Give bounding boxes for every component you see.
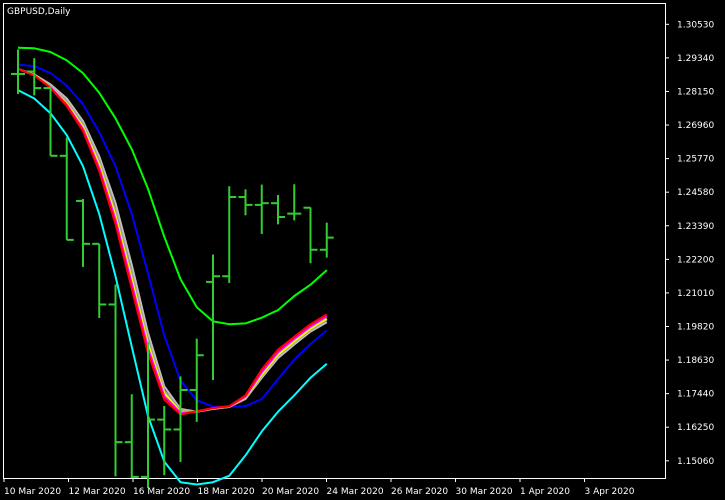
price-axis: 1.30530 1.29340 1.28150 1.26960 1.25770 1.245… [665, 20, 714, 467]
plot-frame [3, 3, 666, 479]
price-label: 1.23390 [677, 222, 714, 232]
chart-title: GBPUSD,Daily [7, 7, 71, 17]
price-label: 1.15060 [677, 457, 714, 467]
price-label: 1.25770 [677, 155, 714, 165]
date-label: 10 Mar 2020 [4, 487, 61, 497]
price-chart[interactable]: 1.30530 1.29340 1.28150 1.26960 1.25770 1.245… [0, 0, 725, 500]
price-label: 1.18630 [677, 356, 714, 366]
date-label: 18 Mar 2020 [198, 487, 255, 497]
date-label: 26 Mar 2020 [391, 487, 448, 497]
price-label: 1.19820 [677, 322, 714, 332]
date-label: 16 Mar 2020 [133, 487, 190, 497]
price-label: 1.22200 [677, 255, 714, 265]
date-label: 24 Mar 2020 [327, 487, 384, 497]
date-label: 30 Mar 2020 [456, 487, 513, 497]
date-label: 20 Mar 2020 [262, 487, 319, 497]
date-label: 12 Mar 2020 [69, 487, 126, 497]
price-label: 1.29340 [677, 54, 714, 64]
price-label: 1.30530 [677, 20, 714, 30]
price-label: 1.21010 [677, 289, 714, 299]
price-label: 1.26960 [677, 121, 714, 131]
price-label: 1.16250 [677, 423, 714, 433]
time-axis: 10 Mar 2020 12 Mar 2020 16 Mar 2020 18 Mar … [3, 478, 635, 497]
date-label: 1 Apr 2020 [520, 487, 570, 497]
date-label: 3 Apr 2020 [585, 487, 635, 497]
price-label: 1.28150 [677, 87, 714, 97]
price-label: 1.17440 [677, 390, 714, 400]
chart-window[interactable]: 1.30530 1.29340 1.28150 1.26960 1.25770 1.245… [0, 0, 725, 500]
price-label: 1.24580 [677, 188, 714, 198]
